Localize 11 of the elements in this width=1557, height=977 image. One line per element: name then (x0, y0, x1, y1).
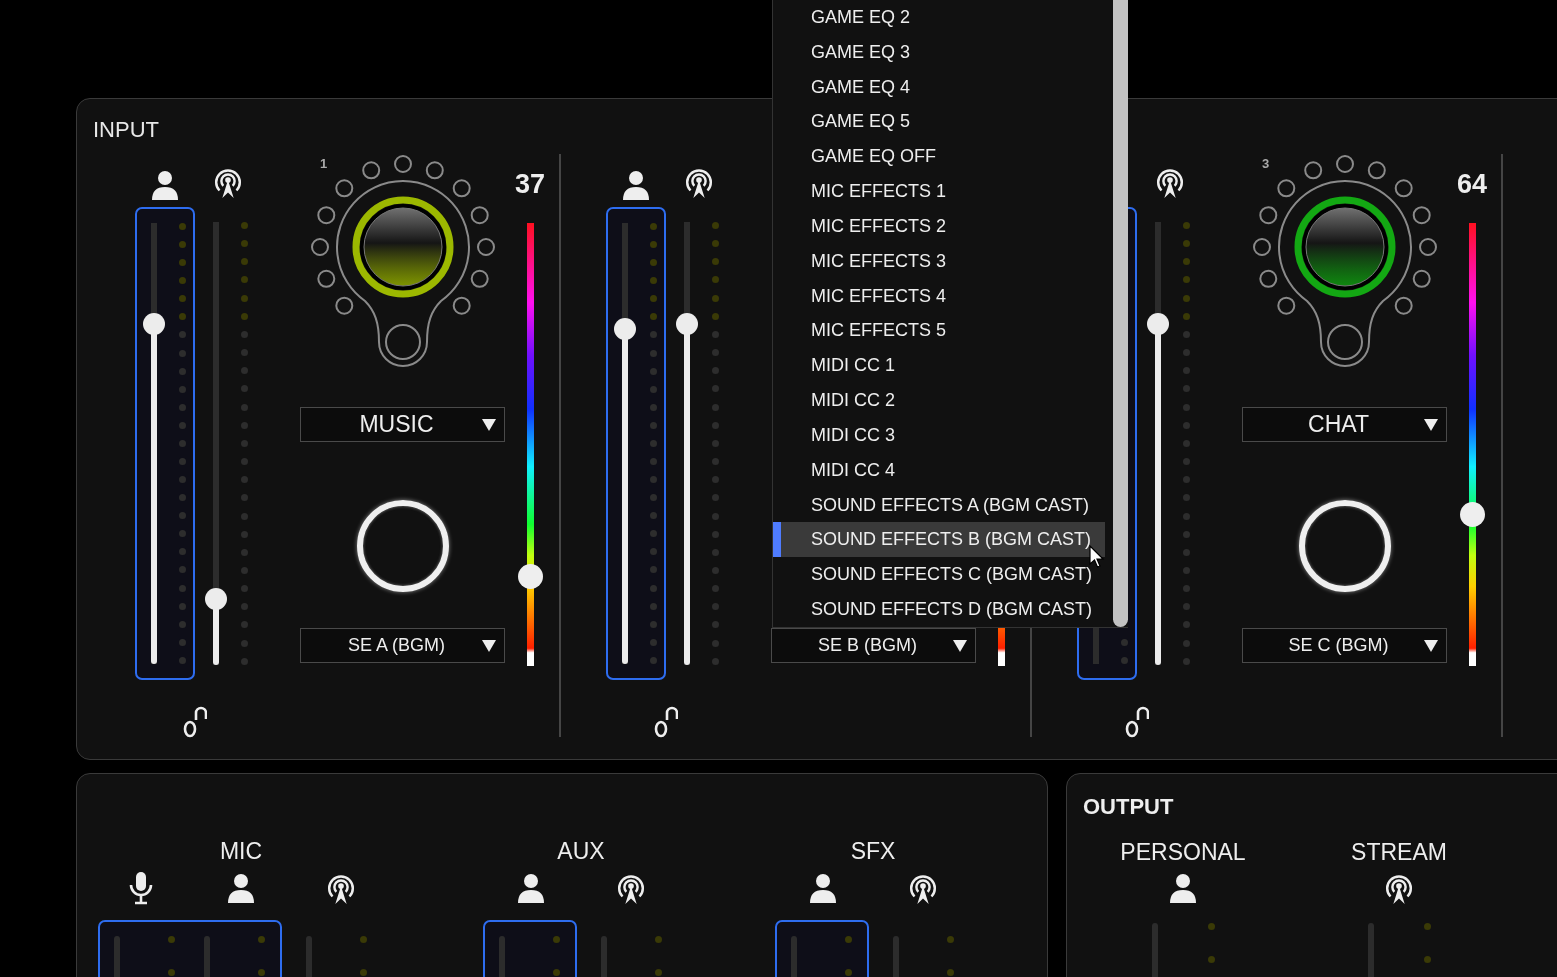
knob-number: 1 (320, 156, 328, 171)
channel-label: PERSONAL (1120, 838, 1246, 867)
channel-label: STREAM (1351, 838, 1447, 867)
knob-number: 3 (1262, 156, 1270, 171)
panel-title: INPUT (93, 117, 159, 143)
value-readout: 37 (514, 168, 545, 201)
group-label: MIC (219, 837, 263, 866)
panel-title: OUTPUT (1083, 794, 1174, 819)
group-label: SFX (850, 837, 896, 866)
group-label: AUX (557, 837, 605, 866)
value-readout: 64 (1456, 168, 1487, 201)
